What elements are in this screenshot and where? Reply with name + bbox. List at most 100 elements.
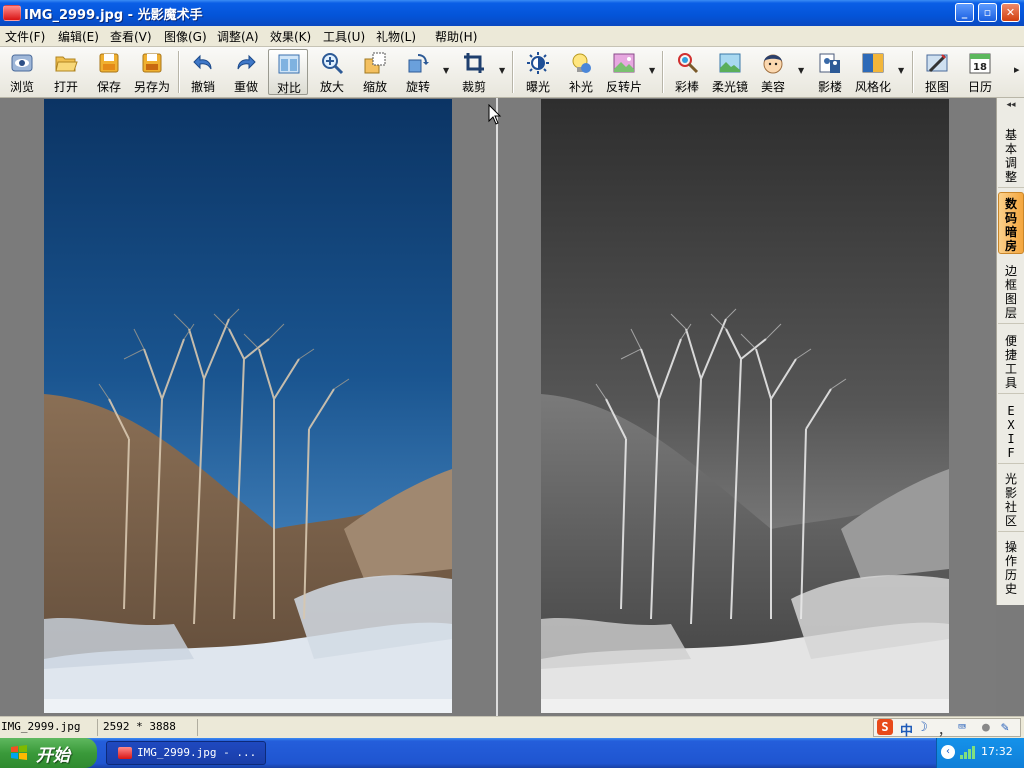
rotate-dropdown-arrow[interactable]: ▼ [443,66,449,75]
fill-light-button[interactable]: 补光 [561,49,601,95]
toolbar-overflow-arrow[interactable]: ▸ [1014,63,1020,76]
soft-focus-icon [719,53,741,73]
tab-community[interactable]: 光影社区 [998,468,1024,532]
beauty-label: 美容 [760,80,785,94]
open-button[interactable]: 打开 [46,49,86,95]
color-wand-icon [678,53,699,74]
ime-toolbar: S 中 ☽ ， ⌨ ● ✎ [873,718,1021,739]
wrench-icon[interactable]: ✎ [1001,720,1009,735]
system-tray: ‹ 17:32 [936,738,1024,768]
tab-history[interactable]: 操作历史 [998,536,1024,602]
taskbar-window-label: IMG_2999.jpg - ... [137,746,257,759]
menu-effects[interactable]: 效果(K) [270,28,311,45]
minimize-button[interactable]: _ [955,3,974,22]
rotate-button[interactable]: 旋转 [398,49,438,95]
reversal-film-button[interactable]: 反转片 [604,49,644,95]
beauty-button[interactable]: 美容 [753,49,793,95]
mouse-cursor-icon [488,104,502,125]
tab-quick-tools[interactable]: 便捷工具 [998,330,1024,394]
status-bar: IMG_2999.jpg 2592 * 3888 S 中 ☽ ， ⌨ ● ✎ [0,716,1024,739]
menu-image[interactable]: 图像(G) [164,28,207,45]
exposure-icon [527,52,549,74]
title-bar: IMG_2999.jpg - 光影魔术手 _ ▫ ✕ [0,0,1024,26]
start-button[interactable]: 开始 [0,738,97,768]
tab-basic-adjust[interactable]: 基本调整 [998,124,1024,188]
save-button[interactable]: 保存 [89,49,129,95]
tab-digital-darkroom[interactable]: 数码暗房 [998,192,1024,254]
taskbar-window-button[interactable]: IMG_2999.jpg - ... [106,741,266,765]
menu-file[interactable]: 文件(F) [5,28,45,45]
app-icon [118,747,132,759]
menu-view[interactable]: 查看(V) [110,28,152,45]
tab-label: 光影社区 [1004,472,1017,528]
tab-exif[interactable]: EXIF [998,400,1024,464]
moon-icon[interactable]: ☽ [920,720,928,735]
menu-gifts[interactable]: 礼物(L) [376,28,416,45]
cutout-button[interactable]: 抠图 [917,49,957,95]
crop-icon [464,53,484,73]
save-as-label: 另存为 [133,80,170,94]
light-bulb-icon [572,53,591,73]
face-icon [763,54,783,74]
crop-button[interactable]: 裁剪 [454,49,494,95]
status-dimensions: 2592 * 3888 [103,720,176,733]
save-icon [99,53,119,73]
reversal-dropdown-arrow[interactable]: ▼ [649,66,655,75]
ime-mode-toggle[interactable]: 中 [900,720,913,739]
crop-label: 裁剪 [461,80,486,94]
tab-label: 数码暗房 [1004,197,1017,253]
maximize-button[interactable]: ▫ [978,3,997,22]
close-button[interactable]: ✕ [1001,3,1020,22]
beauty-dropdown-arrow[interactable]: ▼ [798,66,804,75]
tray-expand-button[interactable]: ‹ [941,745,955,759]
canvas-area [0,98,996,716]
keyboard-icon[interactable]: ⌨ [958,720,966,735]
exposure-button[interactable]: 曝光 [518,49,558,95]
undo-icon [193,54,212,70]
tab-frame-layers[interactable]: 边框图层 [998,260,1024,324]
undo-button[interactable]: 撤销 [183,49,223,95]
redo-button[interactable]: 重做 [226,49,266,95]
sogou-logo-icon[interactable]: S [877,719,893,735]
save-as-button[interactable]: 另存为 [132,49,172,95]
tab-label: 基本调整 [1004,128,1017,184]
portrait-icon [819,53,840,73]
reversal-film-label: 反转片 [605,80,642,94]
compare-divider[interactable] [496,98,498,716]
color-wand-button[interactable]: 彩棒 [667,49,707,95]
network-signal-icon[interactable] [959,744,975,760]
menu-help[interactable]: 帮助(H) [435,28,477,45]
user-icon[interactable]: ● [982,720,990,735]
soft-focus-button[interactable]: 柔光镜 [710,49,750,95]
zoom-in-button[interactable]: 放大 [312,49,352,95]
tab-label: 便捷工具 [1004,334,1017,390]
stylize-dropdown-arrow[interactable]: ▼ [898,66,904,75]
calendar-day-text: 18 [973,62,987,73]
punctuation-toggle[interactable]: ， [938,720,951,739]
app-icon [3,5,21,21]
taskbar: 开始 IMG_2999.jpg - ... ‹ 17:32 [0,738,1024,768]
stylize-label: 风格化 [854,80,891,94]
original-photo [44,99,452,713]
crop-dropdown-arrow[interactable]: ▼ [499,66,505,75]
side-panel: ◂◂ 基本调整 数码暗房 边框图层 便捷工具 EXIF 光影社区 操作历史 [996,98,1024,605]
compare-button[interactable]: 对比 [268,49,308,95]
stylize-button[interactable]: 风格化 [853,49,893,95]
redo-icon [237,54,256,70]
resize-button[interactable]: 缩放 [355,49,395,95]
folder-open-icon [55,56,78,72]
calendar-button[interactable]: 18 日历 [960,49,1000,95]
browse-button[interactable]: 浏览 [2,49,42,95]
menu-adjust[interactable]: 调整(A) [217,28,259,45]
menu-edit[interactable]: 编辑(E) [58,28,99,45]
shadow-studio-button[interactable]: 影楼 [810,49,850,95]
windows-logo-icon [11,745,27,760]
status-separator [197,719,198,736]
menu-tools[interactable]: 工具(U) [323,28,365,45]
eye-icon [11,54,33,72]
start-label: 开始 [36,746,70,766]
film-photo-icon [613,53,635,73]
tab-label: 操作历史 [1004,540,1017,596]
tab-label: 边框图层 [1004,264,1017,320]
panel-collapse-button[interactable]: ◂◂ [1001,100,1021,116]
